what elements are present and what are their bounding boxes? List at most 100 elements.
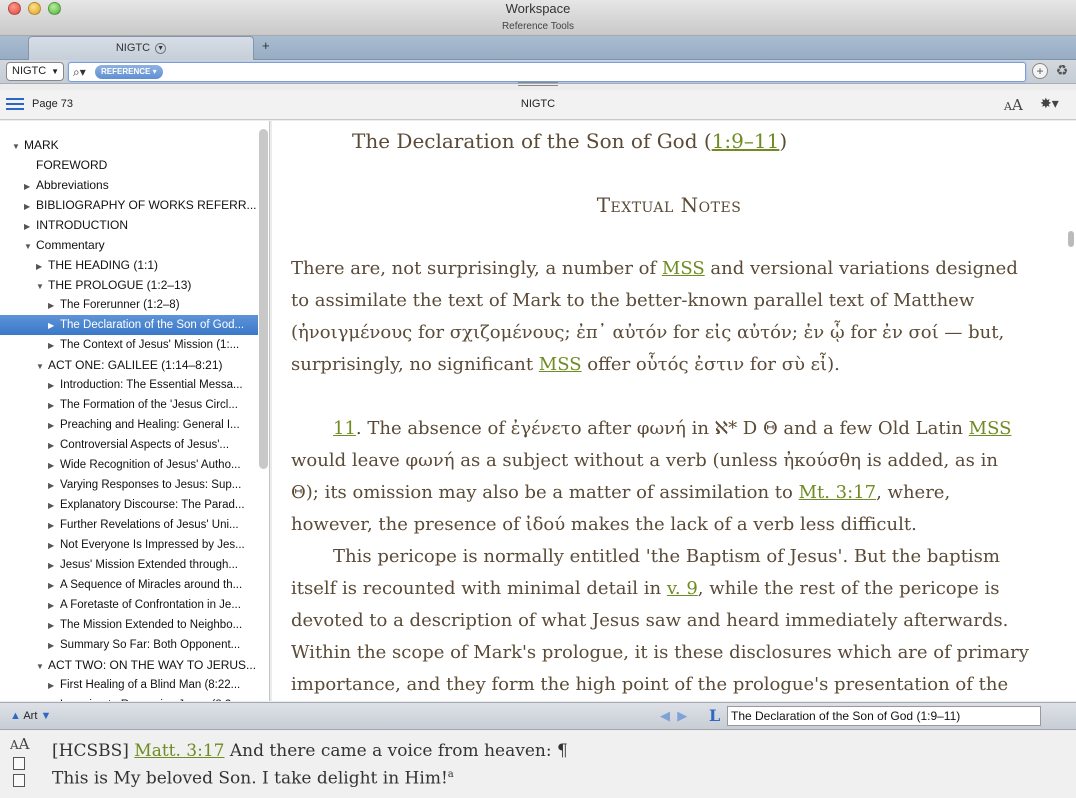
disclosure-right-icon[interactable]: ▶ [48,516,60,535]
window-title: Workspace [505,1,571,16]
add-circle-icon[interactable]: + [1032,63,1048,79]
main-scrollbar[interactable] [1068,231,1074,247]
disclosure-right-icon[interactable]: ▶ [48,336,60,355]
toc-item[interactable]: ▶ BIBLIOGRAPHY OF WORKS REFERR... [0,195,258,215]
toc-item[interactable]: ▶ A Foretaste of Confrontation in Je... [0,595,258,615]
font-smaller[interactable]: A [1004,100,1012,113]
disclosure-right-icon[interactable]: ▶ [24,177,36,195]
disclosure-right-icon[interactable]: ▶ [48,676,60,695]
toc-item[interactable]: ▶Learning to Recognize Jesus (8:2... [0,695,258,701]
resource-select-value: NIGTC [12,65,47,77]
toc-item-label: Varying Responses to Jesus: Sup... [60,479,242,491]
disclosure-right-icon[interactable]: ▶ [48,456,60,475]
reference-pill[interactable]: REFERENCE ▾ [95,65,163,79]
link-sets-icon[interactable]: ♻ [1054,63,1070,79]
disclosure-right-icon[interactable]: ▶ [48,476,60,495]
toc-item[interactable]: ▼ ACT TWO: ON THE WAY TO JERUS... [0,655,258,675]
toc-item-label: A Sequence of Miracles around th... [60,579,243,591]
toc-item-selected[interactable]: ▶ The Declaration of the Son of God... [0,315,258,335]
disclosure-right-icon[interactable]: ▶ [48,576,60,595]
toc-item[interactable]: ▶ Varying Responses to Jesus: Sup... [0,475,258,495]
toc-item[interactable]: ▶ Preaching and Healing: General I... [0,415,258,435]
toc-item[interactable]: ▶ Further Revelations of Jesus' Uni... [0,515,258,535]
toc-item[interactable]: ▶ Introduction: The Essential Messa... [0,375,258,395]
toc-item-label: MARK [24,138,59,152]
disclosure-right-icon[interactable]: ▶ [48,616,60,635]
toc-item[interactable]: ▼ ACT ONE: GALILEE (1:14–8:21) [0,355,258,375]
toc-item-label: A Foretaste of Confrontation in Je... [60,599,241,611]
toc-item[interactable]: ▶ THE HEADING (1:1) [0,255,258,275]
disclosure-right-icon[interactable]: ▶ [48,496,60,515]
toc-item[interactable]: ▶ Abbreviations [0,175,258,195]
disclosure-right-icon[interactable]: ▶ [48,536,60,555]
toc-item[interactable]: ▶ Explanatory Discourse: The Parad... [0,495,258,515]
preview-font-smaller[interactable]: A [10,738,19,752]
disclosure-right-icon[interactable]: ▶ [48,636,60,655]
disclosure-down-icon[interactable]: ▼ [36,357,48,375]
font-larger[interactable]: A [1012,96,1023,114]
disclosure-right-icon[interactable]: ▶ [24,197,36,215]
reference-link[interactable]: MSS [539,354,582,375]
toc-item[interactable]: ▼ MARK [0,135,258,155]
resource-select[interactable]: NIGTC ▼ [6,62,64,81]
disclosure-down-icon[interactable]: ▼ [36,277,48,295]
toc-item[interactable]: ▼ THE PROLOGUE (1:2–13) [0,275,258,295]
toc-item[interactable]: ▶ The Forerunner (1:2–8) [0,295,258,315]
splitter-grip[interactable] [518,82,558,86]
reference-link[interactable]: 11 [333,418,356,439]
section-ref-link[interactable]: 1:9–11 [712,129,780,153]
back-arrow-icon[interactable]: ◀ [660,708,670,723]
toc-item[interactable]: ▼ Commentary [0,235,258,255]
disclosure-right-icon[interactable]: ▶ [48,436,60,455]
toc-item[interactable]: ▶ Summary So Far: Both Opponent... [0,635,258,655]
tab-nigtc[interactable]: NIGTC ▼ [28,36,254,60]
disclosure-right-icon[interactable]: ▶ [48,396,60,415]
toc-item[interactable]: ▶ The Formation of the 'Jesus Circl... [0,395,258,415]
disclosure-right-icon[interactable]: ▶ [48,596,60,615]
preview-ref-link[interactable]: Matt. 3:17 [134,741,224,761]
gear-icon[interactable]: ✸▾ [1040,95,1059,112]
disclosure-right-icon[interactable]: ▶ [48,696,60,701]
copy-icon[interactable] [13,757,25,770]
toc-item[interactable]: ▶ INTRODUCTION [0,215,258,235]
reference-link[interactable]: Mt. 3:17 [799,482,877,503]
add-tab-icon[interactable]: + [262,38,270,53]
toc-item[interactable]: ▶ Not Everyone Is Impressed by Jes... [0,535,258,555]
triangle-up-icon[interactable]: ▲ [10,710,21,722]
toc-item[interactable]: ▶ The Mission Extended to Neighbo... [0,615,258,635]
toc-item[interactable]: ▶ A Sequence of Miracles around th... [0,575,258,595]
triangle-down-icon[interactable]: ▼ [40,710,51,722]
clipboard-icon[interactable] [13,774,25,787]
font-size-icon[interactable]: AA [1004,96,1023,114]
disclosure-down-icon[interactable]: ▼ [24,237,36,255]
forward-arrow-icon[interactable]: ▶ [677,708,687,723]
text-run: . The absence of ἐγένετο after φωνή in ℵ… [355,418,969,439]
tab-menu-icon[interactable]: ▼ [155,42,167,54]
reference-search-input[interactable]: ⌕▾ REFERENCE ▾ [68,62,1026,82]
toc-item[interactable]: ▶ First Healing of a Blind Man (8:22... [0,675,258,695]
toc-item[interactable]: ▶ The Context of Jesus' Mission (1:... [0,335,258,355]
link-icon[interactable]: L [709,706,720,725]
disclosure-right-icon[interactable]: ▶ [24,217,36,235]
toc-item[interactable]: ▶ Controversial Aspects of Jesus'... [0,435,258,455]
reference-link[interactable]: MSS [969,418,1012,439]
disclosure-right-icon[interactable]: ▶ [48,416,60,435]
toc-item[interactable]: FOREWORD [0,155,258,175]
disclosure-right-icon[interactable]: ▶ [48,296,60,315]
reference-link[interactable]: MSS [662,258,705,279]
preview-font-larger[interactable]: A [19,735,30,753]
preview-footnote[interactable]: a [448,769,454,780]
toc-item[interactable]: ▶ Jesus' Mission Extended through... [0,555,258,575]
art-toggle[interactable]: ▲ Art ▼ [10,710,51,722]
sidebar-scrollbar[interactable] [259,129,268,469]
location-input[interactable]: The Declaration of the Son of God (1:9–1… [727,706,1041,726]
disclosure-right-icon[interactable]: ▶ [36,257,48,275]
disclosure-right-icon[interactable]: ▶ [48,556,60,575]
search-icon[interactable]: ⌕▾ [73,65,91,79]
disclosure-right-icon[interactable]: ▶ [48,376,60,395]
reference-link[interactable]: v. 9 [667,578,698,599]
disclosure-right-icon[interactable]: ▶ [48,316,60,335]
toc-item[interactable]: ▶ Wide Recognition of Jesus' Autho... [0,455,258,475]
disclosure-down-icon[interactable]: ▼ [36,657,48,675]
disclosure-down-icon[interactable]: ▼ [12,137,24,155]
